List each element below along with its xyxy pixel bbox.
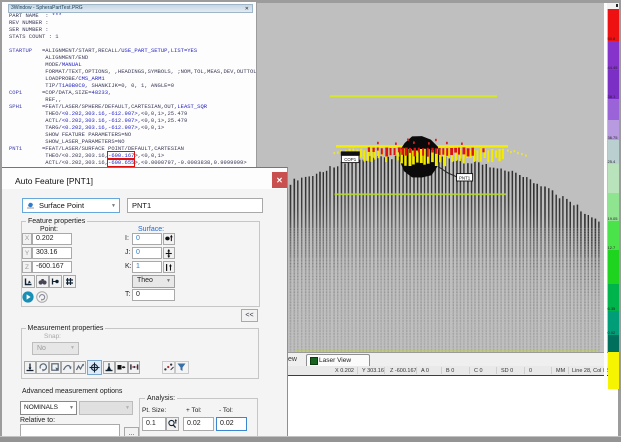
svg-text:PNT1: PNT1 xyxy=(459,176,471,181)
svg-text:COP1: COP1 xyxy=(344,157,357,162)
